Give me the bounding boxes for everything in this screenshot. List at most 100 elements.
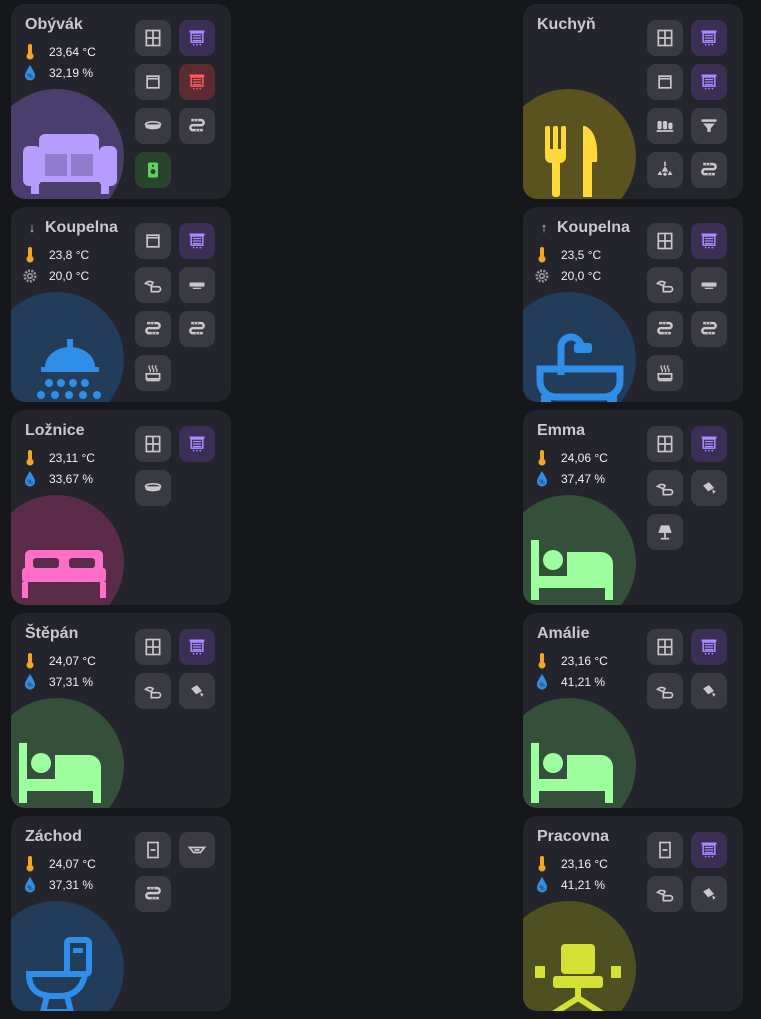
ceiling-light-icon xyxy=(144,121,162,130)
window-button[interactable] xyxy=(135,426,171,462)
speaker-icon xyxy=(148,162,158,178)
heater-button[interactable] xyxy=(135,355,171,391)
room-title[interactable]: Emma xyxy=(537,422,585,440)
window-button[interactable] xyxy=(135,20,171,56)
room-title[interactable]: ↓ Koupelna xyxy=(25,219,118,237)
table-lamp-button[interactable] xyxy=(647,514,683,550)
chandelier-button[interactable] xyxy=(647,152,683,188)
blind-button[interactable] xyxy=(691,426,727,462)
room-card[interactable]: Kuchyň xyxy=(523,4,743,199)
thermometer-icon xyxy=(26,247,34,263)
temperature-reading: 23,64 °C xyxy=(23,44,96,64)
lamp-tilt-button[interactable] xyxy=(647,876,683,912)
lamp-tilt-icon xyxy=(655,280,674,293)
led-strip-button[interactable] xyxy=(179,108,215,144)
blind-icon xyxy=(701,436,717,452)
led-strip-icon xyxy=(189,321,205,335)
room-card[interactable]: Pracovna 23,16 °C% 41,21 % xyxy=(523,816,743,1011)
blind-icon xyxy=(189,436,205,452)
blind-button[interactable] xyxy=(179,629,215,665)
room-title[interactable]: Ložnice xyxy=(25,422,85,440)
room-title[interactable]: Amálie xyxy=(537,625,589,643)
humidity-value: 32,19 % xyxy=(49,66,94,80)
blind-button[interactable] xyxy=(179,20,215,56)
window-single-button[interactable] xyxy=(135,223,171,259)
heater-button[interactable] xyxy=(647,355,683,391)
humidity-value: 37,31 % xyxy=(49,675,94,689)
room-name: Emma xyxy=(537,422,586,439)
funnel-light-button[interactable] xyxy=(691,108,727,144)
blind-icon xyxy=(701,30,717,46)
ceiling-light-button[interactable] xyxy=(135,108,171,144)
lamp-tilt-button[interactable] xyxy=(135,673,171,709)
light-bars-icon xyxy=(656,121,674,132)
window-button[interactable] xyxy=(647,20,683,56)
wall-light-button[interactable] xyxy=(179,267,215,303)
window-single-button[interactable] xyxy=(647,64,683,100)
blind-button[interactable] xyxy=(179,64,215,100)
window-icon xyxy=(145,435,161,453)
spotlight-button[interactable] xyxy=(691,876,727,912)
blind-button[interactable] xyxy=(691,629,727,665)
room-title[interactable]: Pracovna xyxy=(537,828,609,846)
led-strip-icon xyxy=(657,321,673,335)
door-button[interactable] xyxy=(647,832,683,868)
room-card[interactable]: ↑ Koupelna 23,5 °C 20,0 °C xyxy=(523,207,743,402)
led-strip-button[interactable] xyxy=(691,152,727,188)
spotlight-button[interactable] xyxy=(691,470,727,506)
lamp-tilt-icon xyxy=(655,686,674,699)
blind-icon xyxy=(701,639,717,655)
room-card[interactable]: ↓ Koupelna 23,8 °C 20,0 °C xyxy=(11,207,231,402)
window-button[interactable] xyxy=(647,426,683,462)
window-button[interactable] xyxy=(647,223,683,259)
spotlight-button[interactable] xyxy=(179,673,215,709)
light-bars-button[interactable] xyxy=(647,108,683,144)
room-title[interactable]: Štěpán xyxy=(25,625,78,643)
door-button[interactable] xyxy=(135,832,171,868)
thermometer-icon xyxy=(26,653,34,669)
room-card[interactable]: Amálie 23,16 °C% 41,21 % xyxy=(523,613,743,808)
lamp-tilt-button[interactable] xyxy=(135,267,171,303)
room-card[interactable]: Ložnice 23,11 °C % 33,67 % xyxy=(11,410,231,605)
lamp-tilt-button[interactable] xyxy=(647,470,683,506)
svg-text:%: % xyxy=(539,682,545,689)
room-card[interactable]: Obývák 23,64 °C% 32,19 % xyxy=(11,4,231,199)
blind-button[interactable] xyxy=(691,64,727,100)
room-name: Ložnice xyxy=(25,422,85,439)
lamp-tilt-button[interactable] xyxy=(647,673,683,709)
humidity-reading: % 33,67 % xyxy=(23,471,93,491)
room-card[interactable]: Štěpán 24,07 °C% 37,31 % xyxy=(11,613,231,808)
blind-button[interactable] xyxy=(691,832,727,868)
led-strip-button[interactable] xyxy=(179,311,215,347)
window-button[interactable] xyxy=(647,629,683,665)
temperature-value: 23,11 °C xyxy=(49,451,95,465)
room-title[interactable]: Obývák xyxy=(25,16,83,34)
led-strip-button[interactable] xyxy=(135,876,171,912)
ceiling-flat-light-button[interactable] xyxy=(179,832,215,868)
window-button[interactable] xyxy=(135,629,171,665)
window-single-icon xyxy=(146,75,160,89)
window-icon xyxy=(145,29,161,47)
ceiling-light-button[interactable] xyxy=(135,470,171,506)
room-name: Obývák xyxy=(25,16,83,33)
led-strip-button[interactable] xyxy=(647,311,683,347)
window-single-button[interactable] xyxy=(135,64,171,100)
wall-light-button[interactable] xyxy=(691,267,727,303)
humidity-drop-icon: % xyxy=(25,471,35,487)
arrow-up-icon: ↑ xyxy=(540,220,548,235)
blind-button[interactable] xyxy=(691,223,727,259)
lamp-tilt-button[interactable] xyxy=(647,267,683,303)
room-title[interactable]: Záchod xyxy=(25,828,82,846)
blind-button[interactable] xyxy=(179,426,215,462)
led-strip-button[interactable] xyxy=(135,311,171,347)
room-card[interactable]: Emma 24,06 °C% 37,47 % xyxy=(523,410,743,605)
room-title[interactable]: ↑ Koupelna xyxy=(537,219,630,237)
speaker-button[interactable] xyxy=(135,152,171,188)
led-strip-button[interactable] xyxy=(691,311,727,347)
blind-button[interactable] xyxy=(691,20,727,56)
room-card[interactable]: Záchod 24,07 °C% 37,31 % xyxy=(11,816,231,1011)
arrow-down-icon: ↓ xyxy=(28,220,36,235)
spotlight-button[interactable] xyxy=(691,673,727,709)
room-title[interactable]: Kuchyň xyxy=(537,16,596,34)
blind-button[interactable] xyxy=(179,223,215,259)
